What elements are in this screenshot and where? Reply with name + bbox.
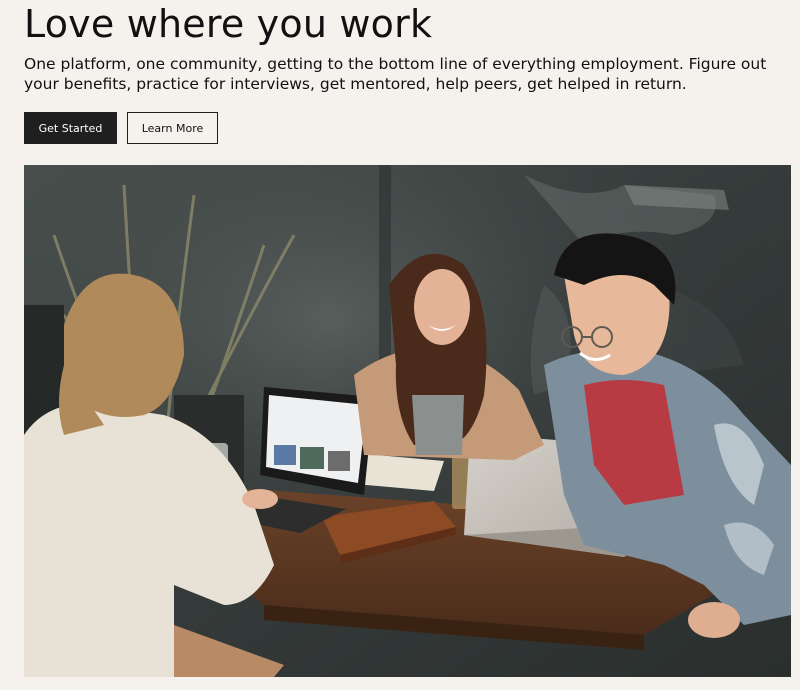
hero-subtitle: One platform, one community, getting to … [24, 55, 767, 93]
hero-photo [24, 165, 791, 677]
hero-title: Love where you work [24, 2, 433, 46]
cta-row: Get Started Learn More [24, 112, 218, 144]
get-started-button[interactable]: Get Started [24, 112, 117, 144]
learn-more-button[interactable]: Learn More [127, 112, 218, 144]
